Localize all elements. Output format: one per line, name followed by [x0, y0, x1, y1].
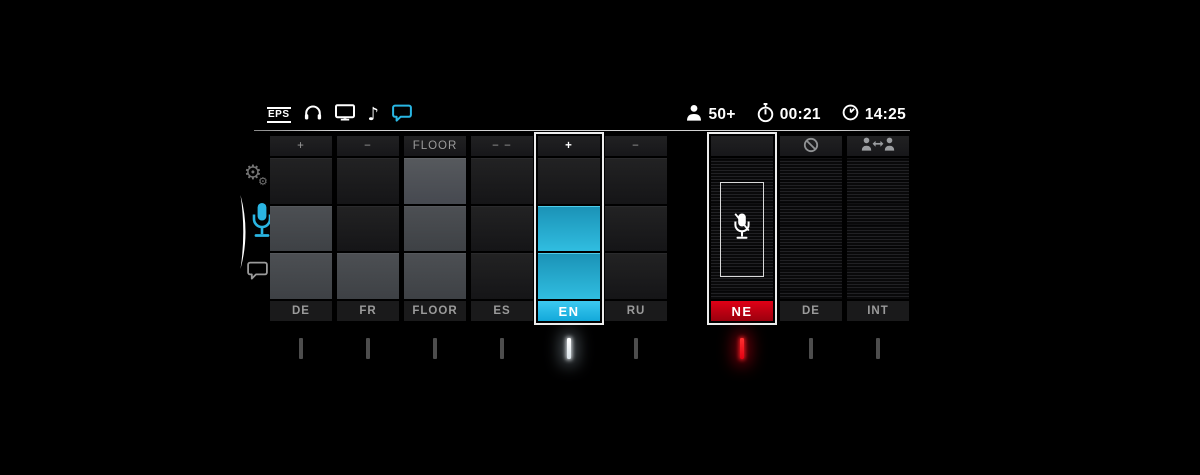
participants-stat: 50+ — [686, 104, 735, 126]
fader-track — [847, 158, 909, 299]
output-strip-de[interactable]: DE — [780, 136, 842, 321]
level-cell — [270, 253, 332, 299]
level-cell — [471, 158, 533, 204]
channel-label: ES — [471, 301, 533, 321]
channel-strip-de[interactable]: + DE — [270, 136, 332, 321]
level-cell — [270, 206, 332, 252]
status-bar-stats: 50+ 00:21 — [686, 103, 908, 128]
channel-label: FLOOR — [404, 301, 466, 321]
participants-count: 50+ — [708, 106, 735, 124]
status-bar: EPS ♪ — [256, 101, 908, 129]
sidebar-item-settings[interactable]: ⚙ ⚙ — [244, 162, 272, 192]
level-cell — [471, 253, 533, 299]
indicator-ru — [634, 338, 638, 359]
elapsed-time-stat: 00:21 — [757, 103, 821, 128]
interpreter-console: EPS ♪ — [0, 0, 1200, 475]
indicator-floor — [433, 338, 437, 359]
indicator-int — [876, 338, 880, 359]
microphone-muted-icon — [731, 212, 753, 248]
channel-level — [605, 158, 667, 299]
fader-track — [780, 158, 842, 299]
indicator-de-out — [809, 338, 813, 359]
level-cell — [538, 253, 600, 299]
channel-strip-fr[interactable]: − FR — [337, 136, 399, 321]
channel-level — [538, 158, 600, 299]
stopwatch-icon — [757, 103, 774, 128]
channel-strip-ru[interactable]: − RU — [605, 136, 667, 321]
blocked-icon — [803, 137, 819, 156]
channel-level — [270, 158, 332, 299]
level-cell — [404, 158, 466, 204]
channel-label: DE — [270, 301, 332, 321]
channel-header: + — [538, 136, 600, 156]
channel-header: − — [337, 136, 399, 156]
headphones-icon[interactable] — [304, 104, 322, 126]
channel-header: FLOOR — [404, 136, 466, 156]
status-bar-icons: EPS ♪ — [256, 104, 412, 127]
clock-stat: 14:25 — [842, 104, 906, 126]
output-header — [780, 136, 842, 156]
channel-indicator-row — [270, 338, 910, 360]
current-time: 14:25 — [865, 106, 906, 124]
level-cell — [270, 158, 332, 204]
level-cell — [605, 158, 667, 204]
output-label: NE — [711, 301, 773, 321]
channel-strip-area: + DE − FR FLOOR FLOOR — [270, 136, 910, 322]
music-note-icon[interactable]: ♪ — [368, 106, 380, 124]
output-header — [711, 136, 773, 156]
channel-header: − − — [471, 136, 533, 156]
channel-strip-floor[interactable]: FLOOR FLOOR — [404, 136, 466, 321]
level-cell — [538, 158, 600, 204]
level-cell — [605, 206, 667, 252]
level-cell — [404, 253, 466, 299]
output-strip-ne[interactable]: NE — [711, 136, 773, 321]
channel-strip-en[interactable]: + EN — [538, 136, 600, 321]
output-header — [847, 136, 909, 156]
level-cell — [471, 206, 533, 252]
eps-logo: EPS — [267, 107, 291, 123]
channel-header: + — [270, 136, 332, 156]
person-icon — [686, 104, 702, 126]
level-cell — [404, 206, 466, 252]
chat-icon[interactable] — [392, 104, 412, 127]
status-bar-divider — [254, 130, 910, 131]
channel-label: EN — [538, 301, 600, 321]
indicator-ne — [740, 338, 744, 359]
handover-icon — [861, 137, 895, 155]
indicator-en — [567, 338, 571, 359]
mute-toggle[interactable] — [720, 182, 764, 277]
elapsed-time: 00:21 — [780, 106, 821, 124]
channel-label: FR — [337, 301, 399, 321]
indicator-de — [299, 338, 303, 359]
channel-strip-es[interactable]: − − ES — [471, 136, 533, 321]
level-cell — [538, 206, 600, 252]
output-label: DE — [780, 301, 842, 321]
level-cell — [337, 253, 399, 299]
indicator-fr — [366, 338, 370, 359]
monitor-icon[interactable] — [335, 104, 355, 126]
channel-level — [471, 158, 533, 299]
sidebar-item-chat[interactable] — [247, 261, 268, 285]
output-label: INT — [847, 301, 909, 321]
level-cell — [337, 158, 399, 204]
channel-level — [404, 158, 466, 299]
channel-header: − — [605, 136, 667, 156]
clock-icon — [842, 104, 859, 126]
level-cell — [337, 206, 399, 252]
output-strip-int[interactable]: INT — [847, 136, 909, 321]
indicator-es — [500, 338, 504, 359]
channel-label: RU — [605, 301, 667, 321]
channel-level — [337, 158, 399, 299]
gear-small-icon: ⚙ — [258, 176, 268, 187]
fader-track — [711, 158, 773, 299]
level-cell — [605, 253, 667, 299]
